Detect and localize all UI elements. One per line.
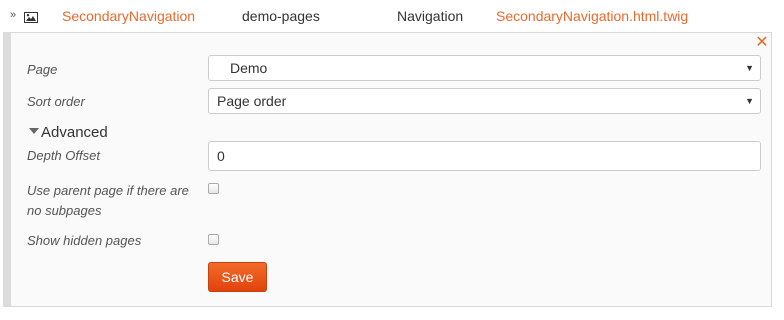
show-hidden-checkbox[interactable]: [208, 234, 219, 245]
use-parent-label-line2: no subpages: [27, 203, 102, 218]
advanced-label: Advanced: [41, 124, 108, 141]
advanced-toggle[interactable]: Advanced: [29, 124, 108, 142]
close-icon[interactable]: ✕: [755, 35, 769, 51]
use-parent-checkbox[interactable]: [208, 183, 219, 194]
collapse-icon[interactable]: »: [10, 9, 20, 21]
widget-header: » SecondaryNavigation demo-pages Navigat…: [0, 0, 784, 32]
widget-name-link[interactable]: SecondaryNavigation: [62, 8, 195, 25]
widget-type: Navigation: [397, 8, 464, 24]
depth-offset-input[interactable]: 0: [208, 141, 761, 171]
save-button[interactable]: Save: [208, 262, 267, 292]
sort-order-value: Page order: [217, 93, 287, 109]
widget-settings-panel: ✕ Page Demo ▼ Sort order Page order ▼ Ad…: [3, 32, 772, 307]
caret-down-icon: [29, 128, 39, 135]
show-hidden-label: Show hidden pages: [27, 233, 142, 248]
template-link[interactable]: SecondaryNavigation.html.twig: [496, 8, 688, 25]
page-select-value: Demo: [230, 60, 268, 76]
depth-offset-label: Depth Offset: [27, 148, 100, 163]
image-icon[interactable]: [24, 10, 38, 23]
page-label: Page: [27, 62, 58, 77]
page-select[interactable]: Demo ▼: [208, 55, 761, 81]
dropdown-arrow-icon: ▼: [745, 96, 754, 106]
use-parent-label-line1: Use parent page if there are: [27, 183, 189, 198]
dropdown-arrow-icon: ▼: [745, 63, 754, 73]
sort-order-label: Sort order: [27, 94, 85, 109]
page-slug: demo-pages: [242, 8, 320, 24]
sort-order-select[interactable]: Page order ▼: [208, 88, 761, 114]
